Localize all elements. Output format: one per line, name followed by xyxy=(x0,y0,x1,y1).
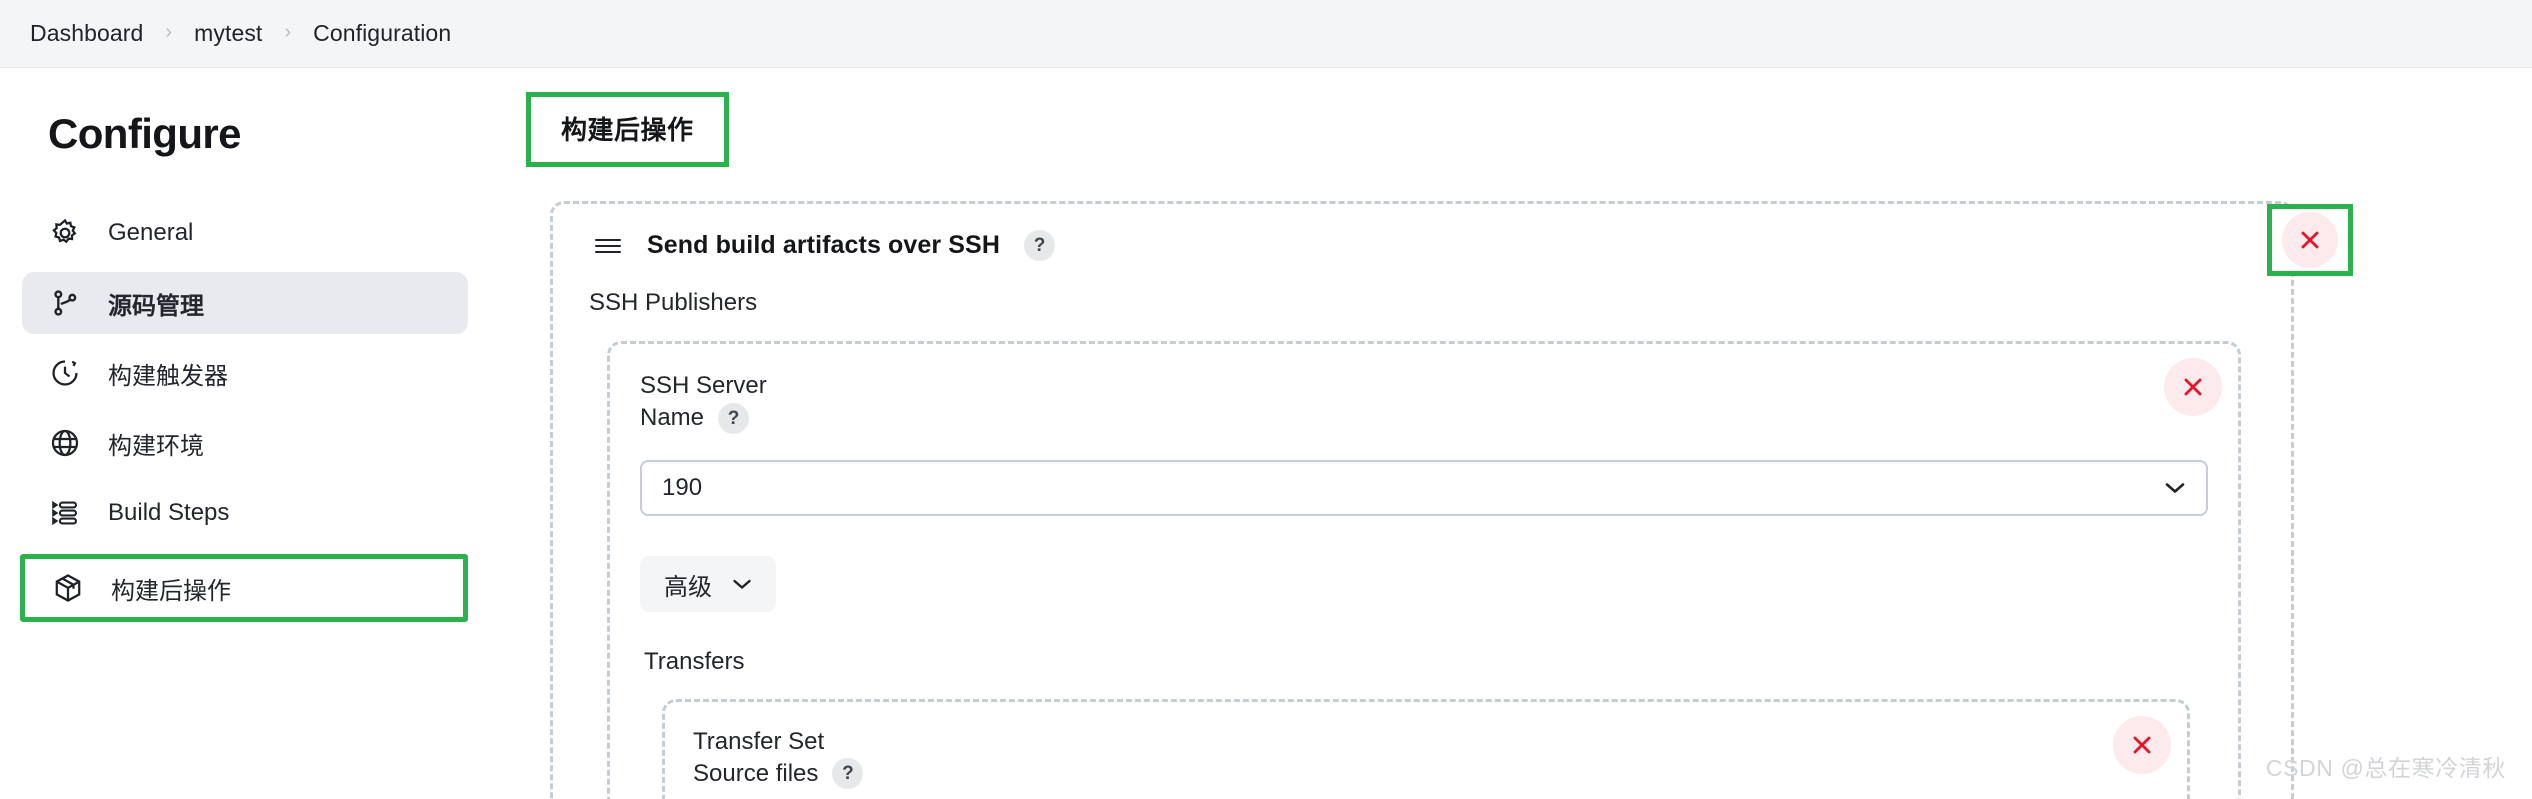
ssh-server-name-label: Name ? xyxy=(640,402,2208,434)
sidebar: Configure General 源码管理 构建触发器 构建环境 Build … xyxy=(0,68,500,799)
delete-ssh-server-button[interactable] xyxy=(2164,358,2222,417)
breadcrumb-item-mytest[interactable]: mytest xyxy=(194,20,262,47)
sidebar-item-post-build-actions[interactable]: 构建后操作 xyxy=(20,554,468,622)
sidebar-item-label: 构建后操作 xyxy=(111,577,231,605)
transfer-set-label-line2: Source files xyxy=(693,759,819,787)
transfer-set-label-line1: Transfer Set xyxy=(693,727,825,755)
git-branch-icon xyxy=(48,286,82,320)
publisher-panel-header: Send build artifacts over SSH ? xyxy=(585,230,2259,261)
transfers-label: Transfers xyxy=(644,648,745,676)
delete-transfer-set-button[interactable] xyxy=(2113,715,2171,774)
breadcrumb: Dashboard › mytest › Configuration xyxy=(0,0,2532,68)
breadcrumb-separator-icon: › xyxy=(165,21,173,43)
page-title: Configure xyxy=(48,110,242,157)
breadcrumb-item-dashboard[interactable]: Dashboard xyxy=(30,20,143,47)
ssh-server-label-line2: Name xyxy=(640,404,705,432)
breadcrumb-separator-icon: › xyxy=(284,21,292,43)
sidebar-item-label: 构建环境 xyxy=(108,432,204,460)
ssh-server-select-wrapper: 190 xyxy=(640,460,2208,517)
sidebar-item-label: 源码管理 xyxy=(108,292,204,320)
chevron-down-icon xyxy=(733,579,751,589)
ssh-server-panel: SSH Server Name ? 190 高级 Transfers Trans… xyxy=(607,341,2241,799)
sidebar-item-build-environment[interactable]: 构建环境 xyxy=(22,412,468,474)
sidebar-item-source-code-management[interactable]: 源码管理 xyxy=(22,272,468,334)
sidebar-item-build-triggers[interactable]: 构建触发器 xyxy=(22,342,468,404)
source-files-label: Source files ? xyxy=(693,758,2159,790)
gear-icon xyxy=(48,216,82,250)
publisher-panel-title: Send build artifacts over SSH xyxy=(647,231,1000,259)
main-content: 构建后操作 Send build artifacts over SSH ? SS… xyxy=(500,68,2532,799)
clock-icon xyxy=(48,356,82,390)
publisher-panel: Send build artifacts over SSH ? SSH Publ… xyxy=(550,201,2353,799)
package-box-icon xyxy=(51,571,85,605)
sidebar-item-label: General xyxy=(108,219,194,246)
sidebar-item-general[interactable]: General xyxy=(22,202,468,264)
delete-publisher-button[interactable] xyxy=(2282,212,2338,268)
delete-publisher-highlight-box xyxy=(2267,204,2353,276)
advanced-toggle-label: 高级 xyxy=(664,573,712,601)
help-icon[interactable]: ? xyxy=(718,402,750,434)
steps-list-icon xyxy=(48,496,82,530)
help-icon[interactable]: ? xyxy=(1024,230,1055,261)
section-title-post-build-actions: 构建后操作 xyxy=(526,92,729,167)
sidebar-item-label: 构建触发器 xyxy=(108,362,228,390)
ssh-server-selected-value: 190 xyxy=(662,474,703,502)
advanced-toggle-button[interactable]: 高级 xyxy=(640,556,776,613)
sidebar-item-label: Build Steps xyxy=(108,499,230,526)
watermark: CSDN @总在寒冷清秋 xyxy=(2265,755,2506,781)
drag-handle-icon[interactable] xyxy=(593,235,623,257)
globe-icon xyxy=(48,426,82,460)
sidebar-item-build-steps[interactable]: Build Steps xyxy=(22,482,468,544)
page-body: Configure General 源码管理 构建触发器 构建环境 Build … xyxy=(0,68,2532,799)
ssh-server-name-select[interactable]: 190 xyxy=(640,460,2208,517)
section-title-label: 构建后操作 xyxy=(561,115,694,145)
help-icon[interactable]: ? xyxy=(832,758,864,790)
sidebar-nav: General 源码管理 构建触发器 构建环境 Build Steps 构建后操… xyxy=(0,202,500,622)
breadcrumb-item-configuration[interactable]: Configuration xyxy=(313,20,451,47)
ssh-server-label-line1: SSH Server xyxy=(640,372,767,400)
transfer-set-panel: Transfer Set Source files ? xyxy=(662,698,2190,799)
ssh-publishers-label: SSH Publishers xyxy=(589,289,758,316)
